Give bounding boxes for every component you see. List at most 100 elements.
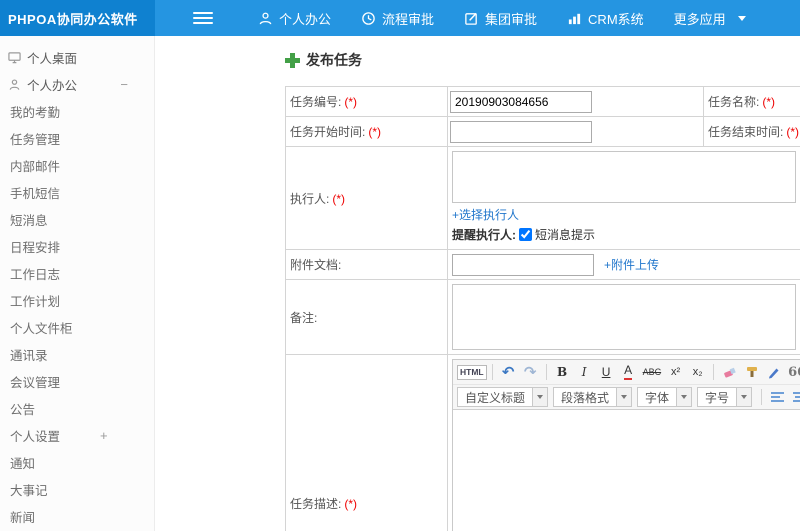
start-time-input[interactable] <box>450 120 592 143</box>
chevron-down-icon <box>532 388 548 406</box>
table-row: 任务开始时间: (*) 任务结束时间: (*) <box>285 116 800 147</box>
attachment-label: 附件文档: <box>290 258 342 272</box>
publish-task-form: 任务编号:(*) 任务名称:(*) 任务开始时间:(*) 任务结束时间:(*) <box>285 86 800 531</box>
sidebar-item-work-plan[interactable]: 工作计划 <box>0 287 154 314</box>
remind-executor-label: 提醒执行人: <box>452 228 516 242</box>
sidebar-item-announcement[interactable]: 公告 <box>0 395 154 422</box>
editor-underline-button[interactable]: U <box>596 362 617 382</box>
editor-toolbar-row1: HTML ↶ ↷ B I U A ABC x² x₂ 6 <box>453 360 800 385</box>
editor-source-button[interactable]: HTML <box>457 364 487 380</box>
add-icon <box>285 52 300 68</box>
nav-workflow-approval[interactable]: 流程审批 <box>346 0 449 36</box>
sidebar-item-work-log[interactable]: 工作日志 <box>0 260 154 287</box>
nav-more-apps[interactable]: 更多应用 <box>659 0 761 36</box>
dropdown-label: 段落格式 <box>561 390 610 405</box>
sidebar-item-task-management[interactable]: 任务管理 <box>0 125 154 152</box>
editor-heading-dropdown[interactable]: 自定义标题 <box>457 387 549 407</box>
table-row: 附件文档: +附件上传 <box>285 249 800 280</box>
sidebar-item-label: 新闻 <box>10 511 36 525</box>
editor-align-left-button[interactable] <box>767 387 788 407</box>
editor-paragraph-format-dropdown[interactable]: 段落格式 <box>553 387 633 407</box>
menu-toggle-icon[interactable] <box>193 0 213 36</box>
end-time-label: 任务结束时间: <box>708 125 784 139</box>
collapse-icon[interactable]: − <box>120 77 128 92</box>
editor-blockquote-button[interactable]: 66 <box>785 362 800 382</box>
fontcolor-glyph: A <box>624 364 633 380</box>
sidebar-item-contacts[interactable]: 通讯录 <box>0 341 154 368</box>
sidebar-item-label: 任务管理 <box>10 133 61 147</box>
sidebar-item-schedule[interactable]: 日程安排 <box>0 233 154 260</box>
sidebar-item-label: 个人文件柜 <box>10 322 73 336</box>
editor-italic-button[interactable]: I <box>574 362 595 382</box>
sidebar-item-my-attendance[interactable]: 我的考勤 <box>0 98 154 125</box>
editor-eraser-button[interactable] <box>719 362 740 382</box>
editor-font-size-dropdown[interactable]: 字号 <box>697 387 753 407</box>
user-icon <box>8 78 21 91</box>
sidebar-item-notice[interactable]: 通知 <box>0 449 154 476</box>
editor-bold-button[interactable]: B <box>552 362 573 382</box>
sidebar-item-personal-office[interactable]: 个人办公 − <box>0 71 154 98</box>
sms-remind-label: 短消息提示 <box>535 228 596 242</box>
editor-align-center-button[interactable] <box>789 387 800 407</box>
editor-content-area[interactable] <box>453 410 800 531</box>
remark-label: 备注: <box>290 310 318 325</box>
editor-format-brush-button[interactable] <box>741 362 762 382</box>
remark-textarea[interactable] <box>452 284 796 350</box>
chevron-down-icon <box>737 15 746 21</box>
task-no-label: 任务编号: <box>290 95 342 109</box>
executor-textarea[interactable] <box>452 151 796 203</box>
editor-fontcolor-button[interactable]: A <box>618 362 639 382</box>
sidebar-item-label: 个人设置 <box>10 430 61 444</box>
editor-strikethrough-button[interactable]: ABC <box>640 362 665 382</box>
attachment-upload-link[interactable]: +附件上传 <box>604 256 659 273</box>
chart-icon <box>567 11 582 26</box>
dropdown-label: 自定义标题 <box>465 390 526 405</box>
editor-font-family-dropdown[interactable]: 字体 <box>637 387 693 407</box>
sidebar-item-label: 内部邮件 <box>10 160 61 174</box>
sidebar-item-label: 我的考勤 <box>10 106 61 120</box>
attachment-input[interactable] <box>452 253 594 276</box>
sidebar-item-label: 个人桌面 <box>27 52 78 66</box>
editor-toolbar-row2: 自定义标题 段落格式 字体 字号 <box>453 385 800 410</box>
user-icon <box>258 11 273 26</box>
editor-superscript-button[interactable]: x² <box>665 362 686 382</box>
choose-executor-link[interactable]: +选择执行人 <box>452 208 519 222</box>
sidebar-item-label: 工作计划 <box>10 295 61 309</box>
nav-personal-office[interactable]: 个人办公 <box>243 0 346 36</box>
dropdown-label: 字体 <box>645 390 670 405</box>
page-title: 发布任务 <box>306 52 362 68</box>
editor-undo-button[interactable]: ↶ <box>498 362 519 382</box>
table-row: 执行人: (*) +选择执行人 提醒执行人: 短消息提示 <box>285 146 800 250</box>
sidebar-item-internal-mail[interactable]: 内部邮件 <box>0 152 154 179</box>
start-time-label: 任务开始时间: <box>290 125 366 139</box>
sidebar-item-mobile-sms[interactable]: 手机短信 <box>0 179 154 206</box>
editor-redo-button[interactable]: ↷ <box>520 362 541 382</box>
editor-subscript-button[interactable]: x₂ <box>687 362 708 382</box>
nav-label: 流程审批 <box>382 11 435 27</box>
brush-icon <box>746 367 757 377</box>
task-desc-label: 任务描述: <box>290 496 342 511</box>
sidebar-item-label: 大事记 <box>10 484 48 498</box>
sidebar-item-meeting-management[interactable]: 会议管理 <box>0 368 154 395</box>
nav-label: CRM系统 <box>588 11 644 27</box>
sidebar-item-events[interactable]: 大事记 <box>0 476 154 503</box>
required-mark: (*) <box>344 496 358 511</box>
sidebar-item-personal-files[interactable]: 个人文件柜 <box>0 314 154 341</box>
chevron-down-icon <box>616 388 632 406</box>
sms-remind-checkbox[interactable] <box>519 228 532 241</box>
nav-crm-system[interactable]: CRM系统 <box>552 0 659 36</box>
expand-icon[interactable]: + <box>100 428 108 443</box>
sidebar-item-label: 手机短信 <box>10 187 61 201</box>
sidebar-item-personal-settings[interactable]: 个人设置 + <box>0 422 154 449</box>
sidebar-item-personal-desktop[interactable]: 个人桌面 <box>0 44 154 71</box>
executor-label: 执行人: <box>290 191 330 206</box>
editor-pen-button[interactable] <box>763 362 784 382</box>
sidebar-item-short-message[interactable]: 短消息 <box>0 206 154 233</box>
sidebar-item-label: 公告 <box>10 403 36 417</box>
sidebar-item-news[interactable]: 新闻 <box>0 503 154 530</box>
sidebar-item-label: 通讯录 <box>10 349 48 363</box>
required-mark: (*) <box>762 95 776 109</box>
nav-group-approval[interactable]: 集团审批 <box>449 0 552 36</box>
align-center-icon <box>793 392 800 402</box>
task-no-input[interactable] <box>450 90 592 113</box>
